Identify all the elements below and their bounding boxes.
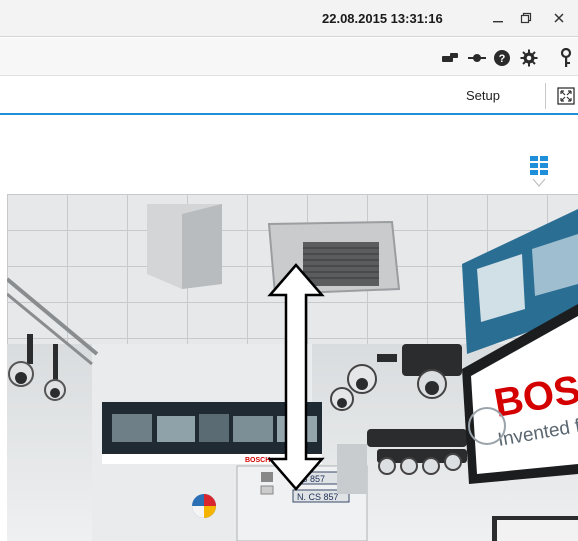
title-bar: 22.08.2015 13:31:16 [0,0,578,37]
tab-separator [545,83,546,109]
close-icon [554,13,564,23]
layout-selector-button[interactable] [529,155,549,189]
help-button[interactable]: ? [492,48,512,68]
restore-button[interactable] [512,6,540,30]
camera-image: BOSCH CS 857 N. CS 857 BOSCH Invented f [7,194,578,541]
restore-icon [520,12,532,24]
fullscreen-button[interactable] [556,86,576,106]
banner-logo: BOSCH [245,457,270,464]
date-time: 22.08.2015 13:31:16 [322,11,443,26]
fullscreen-icon [557,87,575,105]
connection-icon [442,53,458,62]
layout-grid-icon [530,156,548,187]
setup-tab[interactable]: Setup [466,88,500,103]
minimize-button[interactable] [484,6,512,30]
door-label-bottom: N. CS 857 [297,492,339,502]
camera-video-feed[interactable]: BOSCH CS 857 N. CS 857 BOSCH Invented f [7,194,578,541]
toolbar: ? [0,38,578,76]
network-icon [468,54,486,62]
minimize-icon [493,21,503,23]
svg-text:?: ? [499,53,506,65]
key-button[interactable] [558,48,574,68]
settings-button[interactable] [519,48,539,68]
close-button[interactable] [545,6,573,30]
tab-bar: Setup [0,77,578,115]
network-button[interactable] [467,48,487,68]
connection-button[interactable] [440,48,460,68]
help-icon: ? [494,50,510,66]
key-icon [560,48,572,67]
gear-icon [520,49,538,67]
